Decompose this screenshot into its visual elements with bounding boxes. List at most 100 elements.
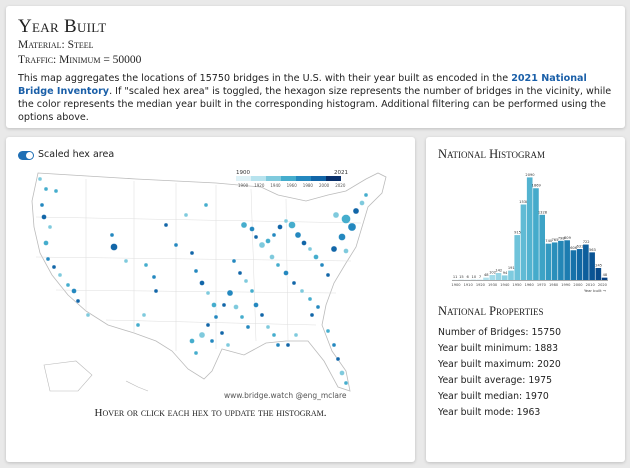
bridge-hex [37, 176, 43, 182]
hist-bar-label: 48 [603, 273, 608, 277]
bridge-hex [189, 250, 195, 256]
hist-bar [520, 204, 527, 280]
bridge-hex [209, 338, 215, 344]
bridge-hex [51, 264, 57, 270]
hist-bar-label: 10 [472, 275, 477, 279]
hist-bar [545, 243, 552, 280]
bridge-hex [71, 288, 77, 294]
hist-bar-label: 2090 [525, 173, 535, 177]
property-item: Year built maximum: 2020 [438, 359, 561, 370]
description: This map aggregates the locations of 157… [18, 72, 613, 124]
bridge-hex [237, 270, 243, 276]
legend-swatch [326, 176, 341, 181]
hist-bar [458, 279, 464, 280]
bridge-hex [163, 222, 169, 228]
bridge-hex [271, 232, 277, 238]
description-text: This map aggregates the locations of 157… [18, 73, 512, 84]
bridge-hex [199, 280, 205, 286]
bridge-hex [205, 322, 211, 328]
hist-x-tick: 2020 [598, 283, 608, 287]
hist-bar [533, 188, 539, 280]
bridge-hex [307, 296, 313, 302]
hist-bar [514, 235, 521, 280]
bridge-hex [45, 256, 51, 262]
hist-bar-label: 15 [459, 275, 464, 279]
bridge-hex [283, 218, 289, 224]
hawaii-outline [125, 380, 149, 392]
hist-bar-label: 563 [589, 248, 596, 252]
hist-bar [483, 277, 489, 280]
hist-x-tick: 2000 [573, 283, 583, 287]
bridge-hex [315, 304, 321, 310]
bridge-hex [313, 254, 319, 260]
material-filter: Material: Steel [18, 39, 94, 51]
bridge-hex [183, 212, 189, 218]
bridge-hex [226, 289, 234, 297]
hist-x-tick: 1910 [464, 283, 474, 287]
page-title: Year Built [18, 16, 107, 37]
scaled-hex-label: Scaled hex area [38, 149, 115, 160]
legend-swatch [236, 176, 251, 181]
bridge-hex [173, 242, 179, 248]
bridge-hex [325, 272, 331, 278]
state-borders [35, 179, 362, 351]
bridge-hex [213, 314, 219, 320]
hist-bar [558, 240, 564, 280]
bridge-hex [219, 330, 225, 336]
bridge-hex [245, 324, 251, 330]
bridge-hex [43, 240, 49, 246]
hist-bar-label: 7 [479, 275, 481, 279]
bridge-hex [85, 312, 91, 318]
hist-bar [564, 240, 570, 280]
bridge-hex [265, 238, 271, 244]
legend-tick: 1900 [238, 183, 249, 188]
hist-bar [526, 177, 533, 280]
bridge-hex [53, 188, 59, 194]
bridge-hex [123, 258, 129, 264]
hist-bar-label: 94 [503, 271, 508, 275]
hist-bar [495, 273, 502, 280]
bridge-hex [285, 342, 291, 348]
histogram-card: National Histogram 11 15 6 10 7 48 102 142 94 191… [426, 137, 625, 462]
scaled-hex-toggle[interactable] [18, 151, 34, 160]
bridge-hex [189, 338, 195, 344]
bridge-hex [271, 332, 277, 338]
bridge-hex [151, 274, 157, 280]
bridge-hex [39, 202, 45, 208]
bridge-hex [330, 245, 338, 253]
bridge-hex [253, 302, 259, 308]
bridge-hex [339, 370, 345, 376]
hist-bar [551, 242, 558, 280]
legend-max: 2021 [334, 170, 348, 176]
bridge-hex [363, 192, 369, 198]
bridge-hex [332, 211, 340, 219]
hist-bar-label: 631 [576, 245, 583, 249]
bridge-hex [240, 221, 248, 229]
national-histogram[interactable]: 11 15 6 10 748102 142941919151538209018691328… [438, 166, 613, 296]
hist-x-tick: 1970 [537, 283, 547, 287]
bridge-hex [325, 328, 331, 334]
hist-x-tick: 1920 [476, 283, 486, 287]
hist-bar-label: 722 [583, 240, 590, 244]
hist-bar [501, 275, 508, 280]
bridge-hex [221, 302, 227, 308]
bridge-hex [341, 214, 351, 224]
map-card: Scaled hex area 1900 2021 1900 1920 1940 19… [6, 137, 415, 462]
hist-x-tick: 1980 [549, 283, 559, 287]
hist-bar-label: 245 [595, 263, 602, 267]
properties-title: National Properties [438, 304, 544, 318]
bridge-hex [57, 272, 63, 278]
bridge-hex [239, 314, 245, 320]
bridge-hex [275, 262, 281, 268]
us-hex-map[interactable]: 1900 2021 1900 1920 1940 1960 1980 2000 2020 [16, 165, 406, 401]
summary-card: Year Built Material: Steel Traffic: Mini… [6, 6, 625, 128]
bridge-hex [135, 322, 141, 328]
us-outline [31, 172, 387, 392]
bridge-hex [338, 233, 346, 241]
hist-x-tick: 1960 [525, 283, 535, 287]
bridge-hex [307, 246, 313, 252]
alaska-outline [43, 360, 93, 392]
hist-x-tick: 1900 [451, 283, 461, 287]
legend-swatch [296, 176, 311, 181]
bridge-hex [231, 258, 237, 264]
